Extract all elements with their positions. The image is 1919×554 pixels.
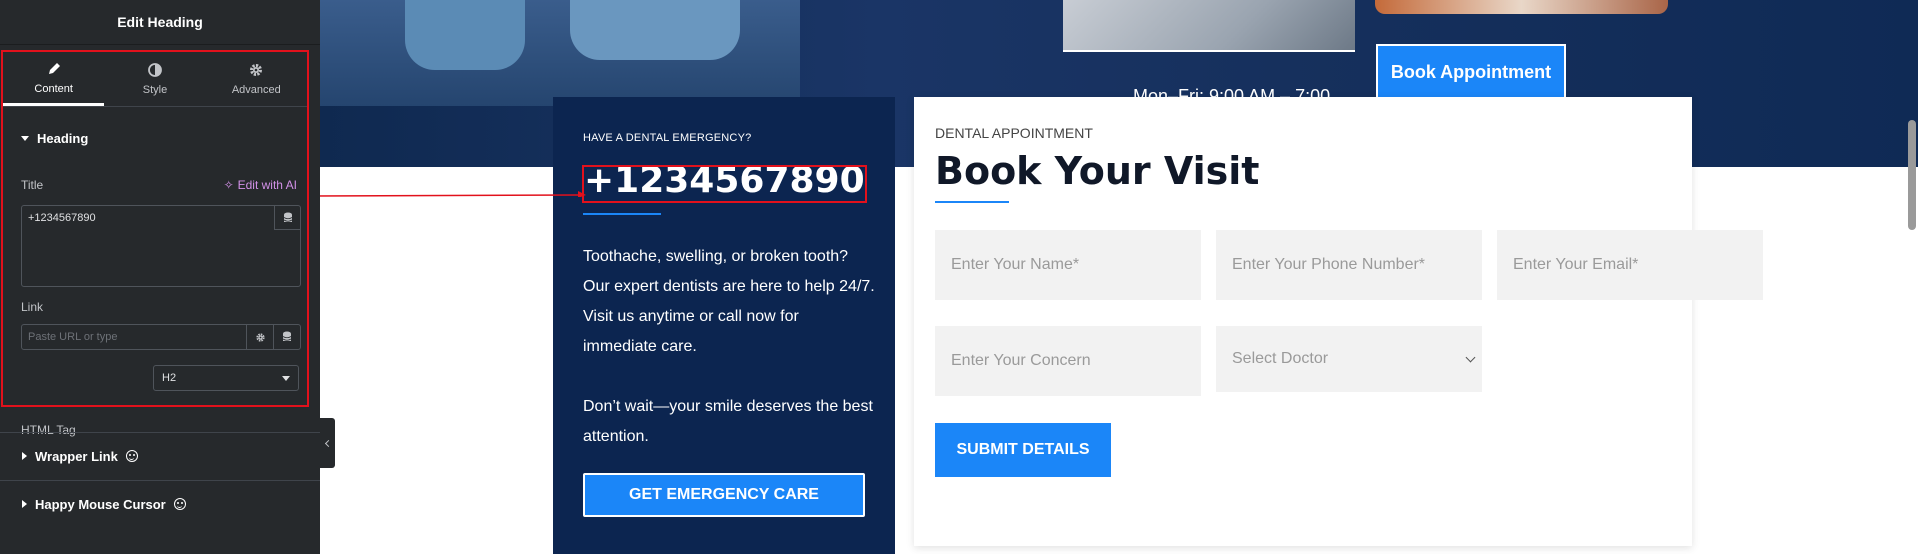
wrapper-link-section[interactable]: Wrapper Link [0,432,320,479]
tab-advanced[interactable]: Advanced [206,52,307,106]
page-scrollbar[interactable] [1908,120,1916,230]
dental-tools-image [1375,0,1668,14]
dynamic-tags-button[interactable] [274,206,300,230]
panel-title: Edit Heading [0,0,320,45]
book-appointment-button[interactable]: Book Appointment [1376,44,1566,100]
emergency-description: Toothache, swelling, or broken tooth? Ou… [583,248,875,355]
tab-label: Content [34,82,73,95]
page-root: { "colors": { "panel_bg": "#26292c", "ac… [0,0,1919,554]
gear-icon [250,64,263,76]
emergency-note: Don’t wait—your smile deserves the best … [583,398,873,445]
html-tag-select[interactable]: H2 [153,365,299,391]
link-url-input[interactable]: Paste URL or type [21,324,301,350]
phone-input[interactable]: Enter Your Phone Number* [1216,230,1482,300]
pencil-icon [48,62,60,74]
caret-right-icon [22,500,27,508]
link-label: Link [21,300,44,314]
collapse-panel-button[interactable] [320,418,335,468]
caret-right-icon [22,452,27,460]
ai-link-label: Edit with AI [237,178,297,192]
heading-section-toggle[interactable]: Heading [21,131,307,146]
section-title: Heading [37,131,89,146]
tab-label: Style [142,84,168,96]
tab-label: Advanced [231,84,281,96]
happy-addons-icon [125,450,138,462]
chevron-down-icon [282,375,290,381]
dental-chair-image [1063,0,1355,52]
caret-down-icon [21,136,29,141]
content-section-highlight: Content Style Advanced Heading Title ✧ E… [1,50,309,437]
database-icon [283,212,292,222]
name-input[interactable]: Enter Your Name* [935,230,1201,300]
tab-content[interactable]: Content [3,52,105,106]
contrast-icon [148,63,162,77]
doctors-photo [320,0,800,106]
html-tag-value: H2 [162,372,177,384]
editor-panel: Edit Heading Content Style Advanced Head… [0,0,320,554]
form-title: Book Your Visit [935,149,1260,193]
email-input[interactable]: Enter Your Email* [1497,230,1763,300]
section-label: Happy Mouse Cursor [35,496,166,512]
link-dynamic-button[interactable] [273,325,300,349]
section-label: Wrapper Link [35,448,118,464]
link-placeholder: Paste URL or type [28,331,118,343]
link-field-row: Link [21,300,297,314]
heading-underline [583,213,661,215]
happy-mouse-cursor-section[interactable]: Happy Mouse Cursor [0,480,320,527]
doctor-select[interactable]: Select Doctor [1216,326,1482,392]
tab-style[interactable]: Style [104,52,205,106]
title-field-row: Title ✧ Edit with AI [21,178,297,192]
form-kicker: DENTAL APPOINTMENT [935,125,1093,141]
database-icon [282,331,292,341]
chevron-down-icon [1465,352,1476,362]
edit-with-ai-link[interactable]: ✧ Edit with AI [224,178,297,192]
doctor-select-value: Select Doctor [1232,350,1329,367]
happy-addons-icon [173,498,186,510]
connector-arrow [312,191,586,197]
selected-element-outline [582,165,867,203]
doctor-figure [405,0,525,70]
chevron-left-icon [324,439,333,447]
emergency-kicker: HAVE A DENTAL EMERGENCY? [583,132,752,144]
title-label: Title [21,178,44,192]
title-underline [935,201,1009,203]
concern-input[interactable]: Enter Your Concern [935,326,1201,396]
doctor-figure [570,0,740,60]
title-textarea[interactable]: +1234567890 [21,205,301,287]
link-options-button[interactable] [246,325,273,349]
gear-icon [255,332,265,342]
emergency-care-button[interactable]: GET EMERGENCY CARE [583,473,865,517]
editor-tabs: Content Style Advanced [3,52,307,107]
appointment-form-card: DENTAL APPOINTMENT Book Your Visit Enter… [914,97,1763,546]
title-value: +1234567890 [28,212,96,224]
sparkle-icon: ✧ [223,178,234,192]
emergency-card: HAVE A DENTAL EMERGENCY? +1234567890 Too… [553,97,895,554]
submit-button[interactable]: SUBMIT DETAILS [935,423,1111,477]
